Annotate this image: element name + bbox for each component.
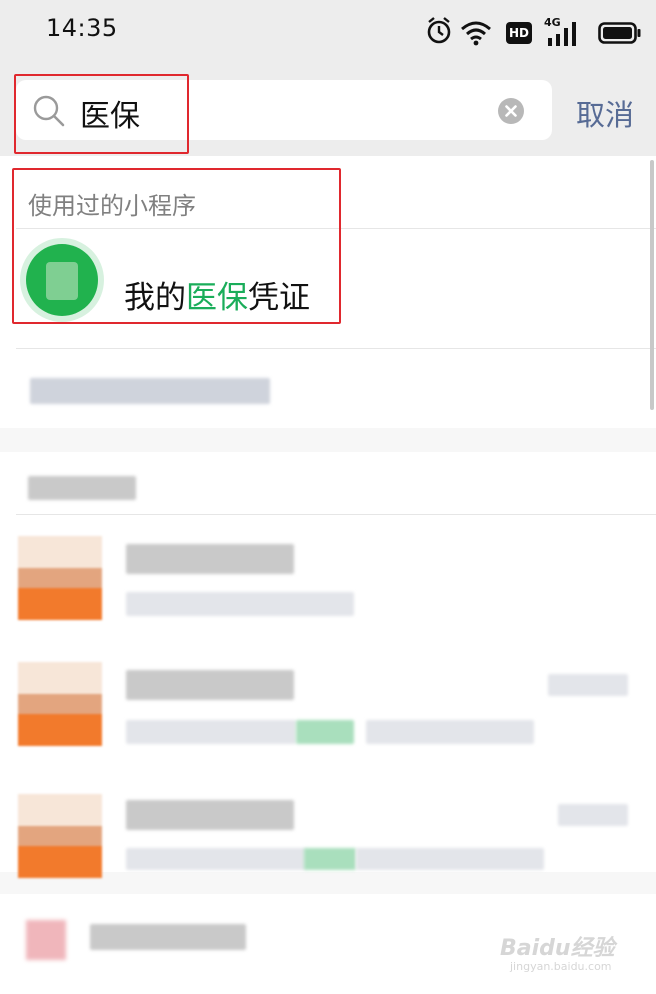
alarm-icon (427, 17, 451, 44)
status-bar: 14:35 HD 4G (0, 0, 656, 66)
divider (16, 514, 656, 515)
annotation-box-search (14, 74, 189, 154)
more-results-link[interactable] (30, 378, 270, 404)
list-item[interactable] (0, 794, 656, 878)
scrollbar[interactable] (650, 160, 654, 410)
hd-label: HD (508, 26, 529, 40)
wifi-icon (461, 21, 491, 46)
watermark-brand: Baidu经验 (500, 936, 615, 961)
avatar (18, 536, 102, 620)
list-item[interactable] (0, 536, 656, 646)
4g-signal-icon: 4G (544, 16, 580, 48)
divider (16, 348, 656, 349)
avatar (18, 662, 102, 746)
list-item[interactable] (0, 662, 656, 772)
hd-icon: HD (506, 22, 532, 44)
battery-icon (598, 22, 641, 44)
section-title-blurred (28, 476, 136, 500)
avatar (26, 920, 66, 960)
annotation-box-mini-program (12, 168, 341, 324)
clear-icon[interactable] (498, 98, 524, 124)
cancel-button[interactable]: 取消 (576, 92, 634, 134)
watermark-url: jingyan.baidu.com (510, 960, 612, 973)
blurred-section (0, 452, 656, 878)
watermark: Baidu经验 jingyan.baidu.com (500, 930, 615, 973)
avatar (18, 794, 102, 878)
status-time: 14:35 (46, 14, 118, 42)
